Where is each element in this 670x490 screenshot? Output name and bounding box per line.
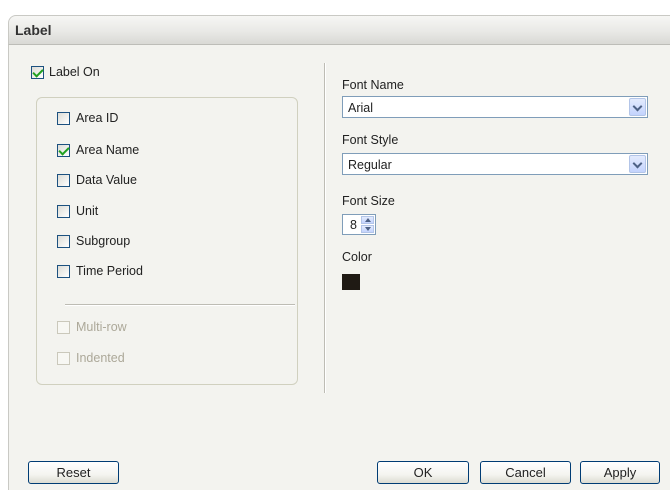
- apply-button[interactable]: Apply: [580, 461, 660, 484]
- spin-up-icon[interactable]: [361, 216, 374, 224]
- label-on-checkbox[interactable]: [31, 66, 44, 79]
- multi-row-checkbox[interactable]: [57, 321, 70, 334]
- indented-checkbox[interactable]: [57, 352, 70, 365]
- reset-button[interactable]: Reset: [28, 461, 119, 484]
- indented-label: Indented: [76, 351, 125, 365]
- area-id-label: Area ID: [76, 111, 119, 125]
- font-name-label: Font Name: [342, 78, 404, 92]
- subgroup-checkbox[interactable]: [57, 235, 70, 248]
- ok-button[interactable]: OK: [377, 461, 469, 484]
- chevron-down-icon[interactable]: [629, 98, 646, 116]
- unit-checkbox[interactable]: [57, 205, 70, 218]
- font-style-value: Regular: [348, 158, 392, 172]
- group-divider: [65, 304, 295, 306]
- font-style-dropdown[interactable]: Regular: [342, 153, 648, 175]
- label-on-label: Label On: [49, 65, 100, 79]
- time-period-checkbox[interactable]: [57, 265, 70, 278]
- area-name-label: Area Name: [76, 143, 140, 157]
- subgroup-label: Subgroup: [76, 234, 131, 248]
- font-style-label: Font Style: [342, 133, 399, 147]
- title-bar: Label: [8, 15, 670, 45]
- font-size-label: Font Size: [342, 194, 395, 208]
- font-size-stepper[interactable]: 8: [342, 214, 376, 235]
- area-id-checkbox[interactable]: [57, 112, 70, 125]
- window-title: Label: [15, 22, 52, 38]
- unit-label: Unit: [76, 204, 99, 218]
- chevron-down-icon[interactable]: [629, 155, 646, 173]
- stepper-buttons: [361, 216, 374, 233]
- label-settings-panel: Label On Area ID Area Name Data Value Un…: [8, 45, 670, 490]
- data-value-label: Data Value: [76, 173, 137, 187]
- spin-down-icon[interactable]: [361, 225, 374, 233]
- cancel-button[interactable]: Cancel: [480, 461, 571, 484]
- data-value-checkbox[interactable]: [57, 174, 70, 187]
- multi-row-label: Multi-row: [76, 320, 127, 334]
- font-name-value: Arial: [348, 101, 374, 115]
- column-divider: [324, 63, 326, 393]
- color-label: Color: [342, 250, 372, 264]
- font-size-value: 8: [350, 218, 357, 232]
- color-swatch[interactable]: [342, 274, 360, 290]
- time-period-label: Time Period: [76, 264, 143, 278]
- area-name-checkbox[interactable]: [57, 144, 70, 157]
- font-name-dropdown[interactable]: Arial: [342, 96, 648, 118]
